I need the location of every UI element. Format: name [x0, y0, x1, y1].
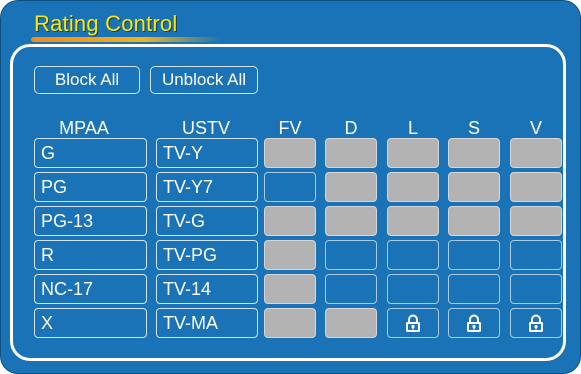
- mpaa-rating-pg-13[interactable]: PG-13: [34, 206, 147, 236]
- cell-tv-y-s[interactable]: [448, 138, 500, 168]
- cell-tv-ma-d[interactable]: [325, 308, 377, 338]
- mpaa-rating-r[interactable]: R: [34, 240, 147, 270]
- cell-tv-pg-l[interactable]: [387, 240, 439, 270]
- lock-icon: [528, 314, 544, 333]
- window-title: Rating Control: [34, 11, 178, 36]
- cell-tv-ma-fv[interactable]: [264, 308, 316, 338]
- block-all-button[interactable]: Block All: [34, 66, 140, 94]
- cell-tv-y7-s[interactable]: [448, 172, 500, 202]
- cell-tv-ma-l[interactable]: [387, 308, 439, 338]
- ustv-rating-tv-ma[interactable]: TV-MA: [156, 308, 258, 338]
- cell-tv-pg-fv[interactable]: [264, 240, 316, 270]
- ustv-rating-tv-g[interactable]: TV-G: [156, 206, 258, 236]
- cell-tv-g-fv[interactable]: [264, 206, 316, 236]
- lock-icon: [466, 314, 482, 333]
- cell-tv-14-v[interactable]: [510, 274, 562, 304]
- cell-tv-y7-l[interactable]: [387, 172, 439, 202]
- cell-tv-ma-s[interactable]: [448, 308, 500, 338]
- ustv-rating-tv-14[interactable]: TV-14: [156, 274, 258, 304]
- cell-tv-14-s[interactable]: [448, 274, 500, 304]
- mpaa-rating-x[interactable]: X: [34, 308, 147, 338]
- cell-tv-y-v[interactable]: [510, 138, 562, 168]
- ustv-rating-tv-pg[interactable]: TV-PG: [156, 240, 258, 270]
- cell-tv-y-l[interactable]: [387, 138, 439, 168]
- cell-tv-14-l[interactable]: [387, 274, 439, 304]
- mpaa-rating-g[interactable]: G: [34, 138, 147, 168]
- mpaa-rating-nc-17[interactable]: NC-17: [34, 274, 147, 304]
- cell-tv-y7-d[interactable]: [325, 172, 377, 202]
- ustv-rating-tv-y7[interactable]: TV-Y7: [156, 172, 258, 202]
- rating-control-window: Rating Control Block All Unblock All MPA…: [0, 0, 581, 374]
- mpaa-rating-pg[interactable]: PG: [34, 172, 147, 202]
- header-l: L: [407, 118, 418, 138]
- cell-tv-pg-s[interactable]: [448, 240, 500, 270]
- header-ustv: USTV: [181, 118, 230, 138]
- cell-tv-g-l[interactable]: [387, 206, 439, 236]
- cell-tv-pg-v[interactable]: [510, 240, 562, 270]
- cell-tv-14-d[interactable]: [325, 274, 377, 304]
- cell-tv-y7-fv[interactable]: [264, 172, 316, 202]
- header-s: S: [467, 118, 480, 138]
- title-underline: [31, 37, 221, 42]
- ustv-rating-tv-y[interactable]: TV-Y: [156, 138, 258, 168]
- cell-tv-g-v[interactable]: [510, 206, 562, 236]
- cell-tv-pg-d[interactable]: [325, 240, 377, 270]
- cell-tv-ma-v[interactable]: [510, 308, 562, 338]
- cell-tv-y7-v[interactable]: [510, 172, 562, 202]
- lock-icon: [405, 314, 421, 333]
- header-fv: FV: [278, 118, 302, 138]
- cell-tv-y-d[interactable]: [325, 138, 377, 168]
- header-v: V: [529, 118, 542, 138]
- unblock-all-button[interactable]: Unblock All: [150, 66, 258, 94]
- cell-tv-g-d[interactable]: [325, 206, 377, 236]
- cell-tv-g-s[interactable]: [448, 206, 500, 236]
- cell-tv-y-fv[interactable]: [264, 138, 316, 168]
- header-mpaa: MPAA: [59, 118, 109, 138]
- cell-tv-14-fv[interactable]: [264, 274, 316, 304]
- header-d: D: [344, 118, 358, 138]
